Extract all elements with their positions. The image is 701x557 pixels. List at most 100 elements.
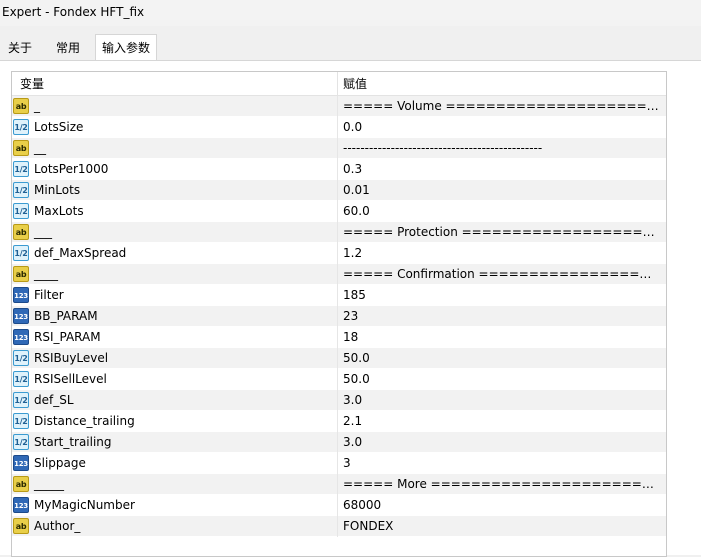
- cell-divider: [337, 180, 338, 201]
- tab-inputs[interactable]: 输入参数: [95, 34, 158, 61]
- double-type-icon: 1/2: [13, 182, 29, 198]
- column-header-variable[interactable]: 变量: [20, 72, 44, 95]
- parameter-name: MaxLots: [34, 204, 84, 218]
- parameter-rows: ab _ ===== Volume ========================…: [12, 96, 666, 537]
- parameter-value[interactable]: 0.3: [343, 159, 661, 180]
- cell-divider: [337, 390, 338, 411]
- cell-divider: [337, 327, 338, 348]
- tab-common[interactable]: 常用: [50, 36, 86, 60]
- parameter-value[interactable]: 60.0: [343, 201, 661, 222]
- parameter-name: LotsSize: [34, 120, 84, 134]
- cell-divider: [337, 264, 338, 285]
- table-row[interactable]: 1/2 LotsSize 0.0: [12, 117, 666, 138]
- parameter-value[interactable]: 50.0: [343, 369, 661, 390]
- parameter-value[interactable]: 2.1: [343, 411, 661, 432]
- table-row[interactable]: 123 RSI_PARAM 18: [12, 327, 666, 348]
- parameter-name: __: [34, 141, 46, 155]
- parameter-value[interactable]: 3.0: [343, 432, 661, 453]
- parameter-value[interactable]: ===== Volume ===========================…: [343, 96, 661, 117]
- table-row[interactable]: ab _ ===== Volume ========================…: [12, 96, 666, 117]
- table-row[interactable]: 123 BB_PARAM 23: [12, 306, 666, 327]
- table-row[interactable]: 123 MyMagicNumber 68000: [12, 495, 666, 516]
- column-header-value[interactable]: 赋值: [343, 72, 367, 95]
- cell-divider: [337, 453, 338, 474]
- integer-type-icon: 123: [13, 455, 29, 471]
- cell-divider: [337, 117, 338, 138]
- cell-divider: [337, 138, 338, 159]
- cell-divider: [337, 516, 338, 537]
- table-row[interactable]: 1/2 MinLots 0.01: [12, 180, 666, 201]
- inputs-panel: 变量 赋值 ab _ ===== Volume ==================…: [0, 60, 701, 557]
- table-row[interactable]: 1/2 LotsPer1000 0.3: [12, 159, 666, 180]
- parameter-name: RSISellLevel: [34, 372, 107, 386]
- parameter-value[interactable]: FONDEX: [343, 516, 661, 537]
- parameter-name: def_MaxSpread: [34, 246, 127, 260]
- cell-divider: [337, 306, 338, 327]
- parameter-name: LotsPer1000: [34, 162, 109, 176]
- parameter-name: Slippage: [34, 456, 86, 470]
- parameter-value[interactable]: 3: [343, 453, 661, 474]
- tab-about[interactable]: 关于: [2, 36, 38, 60]
- table-row[interactable]: 1/2 def_SL 3.0: [12, 390, 666, 411]
- cell-divider: [337, 159, 338, 180]
- integer-type-icon: 123: [13, 329, 29, 345]
- table-row[interactable]: 1/2 MaxLots 60.0: [12, 201, 666, 222]
- parameter-name: def_SL: [34, 393, 74, 407]
- double-type-icon: 1/2: [13, 245, 29, 261]
- table-row[interactable]: ab Author_ FONDEX: [12, 516, 666, 537]
- parameter-name: Author_: [34, 519, 81, 533]
- double-type-icon: 1/2: [13, 161, 29, 177]
- parameter-name: RSIBuyLevel: [34, 351, 109, 365]
- parameter-name: ____: [34, 267, 58, 281]
- string-type-icon: ab: [13, 518, 29, 534]
- table-row[interactable]: 1/2 RSIBuyLevel 50.0: [12, 348, 666, 369]
- parameter-name: BB_PARAM: [34, 309, 98, 323]
- string-type-icon: ab: [13, 224, 29, 240]
- parameter-value[interactable]: ===== Protection =======================…: [343, 222, 661, 243]
- double-type-icon: 1/2: [13, 434, 29, 450]
- double-type-icon: 1/2: [13, 350, 29, 366]
- cell-divider: [337, 96, 338, 117]
- double-type-icon: 1/2: [13, 203, 29, 219]
- parameter-value[interactable]: 0.01: [343, 180, 661, 201]
- table-row[interactable]: 1/2 Distance_trailing 2.1: [12, 411, 666, 432]
- cell-divider: [337, 243, 338, 264]
- cell-divider: [337, 495, 338, 516]
- table-row[interactable]: ab _____ ===== More ======================…: [12, 474, 666, 495]
- cell-divider: [337, 222, 338, 243]
- cell-divider: [337, 411, 338, 432]
- table-row[interactable]: 1/2 RSISellLevel 50.0: [12, 369, 666, 390]
- table-row[interactable]: ab __ ------------------------------------…: [12, 138, 666, 159]
- parameter-value[interactable]: ===== More =============================…: [343, 474, 661, 495]
- parameter-value[interactable]: 3.0: [343, 390, 661, 411]
- table-row[interactable]: ab ____ ===== Confirmation ===============…: [12, 264, 666, 285]
- parameter-value[interactable]: 68000: [343, 495, 661, 516]
- parameter-value[interactable]: 185: [343, 285, 661, 306]
- double-type-icon: 1/2: [13, 392, 29, 408]
- parameter-name: Distance_trailing: [34, 414, 135, 428]
- integer-type-icon: 123: [13, 308, 29, 324]
- parameter-value[interactable]: 0.0: [343, 117, 661, 138]
- parameter-value[interactable]: 50.0: [343, 348, 661, 369]
- string-type-icon: ab: [13, 140, 29, 156]
- parameter-value[interactable]: ===== Confirmation =====================…: [343, 264, 661, 285]
- table-row[interactable]: 1/2 def_MaxSpread 1.2: [12, 243, 666, 264]
- parameter-value[interactable]: ----------------------------------------…: [343, 138, 661, 159]
- integer-type-icon: 123: [13, 287, 29, 303]
- table-row[interactable]: 1/2 Start_trailing 3.0: [12, 432, 666, 453]
- parameter-name: MinLots: [34, 183, 81, 197]
- cell-divider: [337, 369, 338, 390]
- window-title: Expert - Fondex HFT_fix: [0, 0, 701, 26]
- table-row[interactable]: 123 Filter 185: [12, 285, 666, 306]
- table-row[interactable]: 123 Slippage 3: [12, 453, 666, 474]
- column-divider[interactable]: [337, 72, 338, 95]
- parameter-value[interactable]: 23: [343, 306, 661, 327]
- tab-bar: 关于 常用 输入参数: [0, 34, 701, 61]
- double-type-icon: 1/2: [13, 413, 29, 429]
- parameter-name: MyMagicNumber: [34, 498, 135, 512]
- parameter-name: _____: [34, 477, 64, 491]
- double-type-icon: 1/2: [13, 119, 29, 135]
- parameter-value[interactable]: 1.2: [343, 243, 661, 264]
- table-row[interactable]: ab ___ ===== Protection ==================…: [12, 222, 666, 243]
- parameter-value[interactable]: 18: [343, 327, 661, 348]
